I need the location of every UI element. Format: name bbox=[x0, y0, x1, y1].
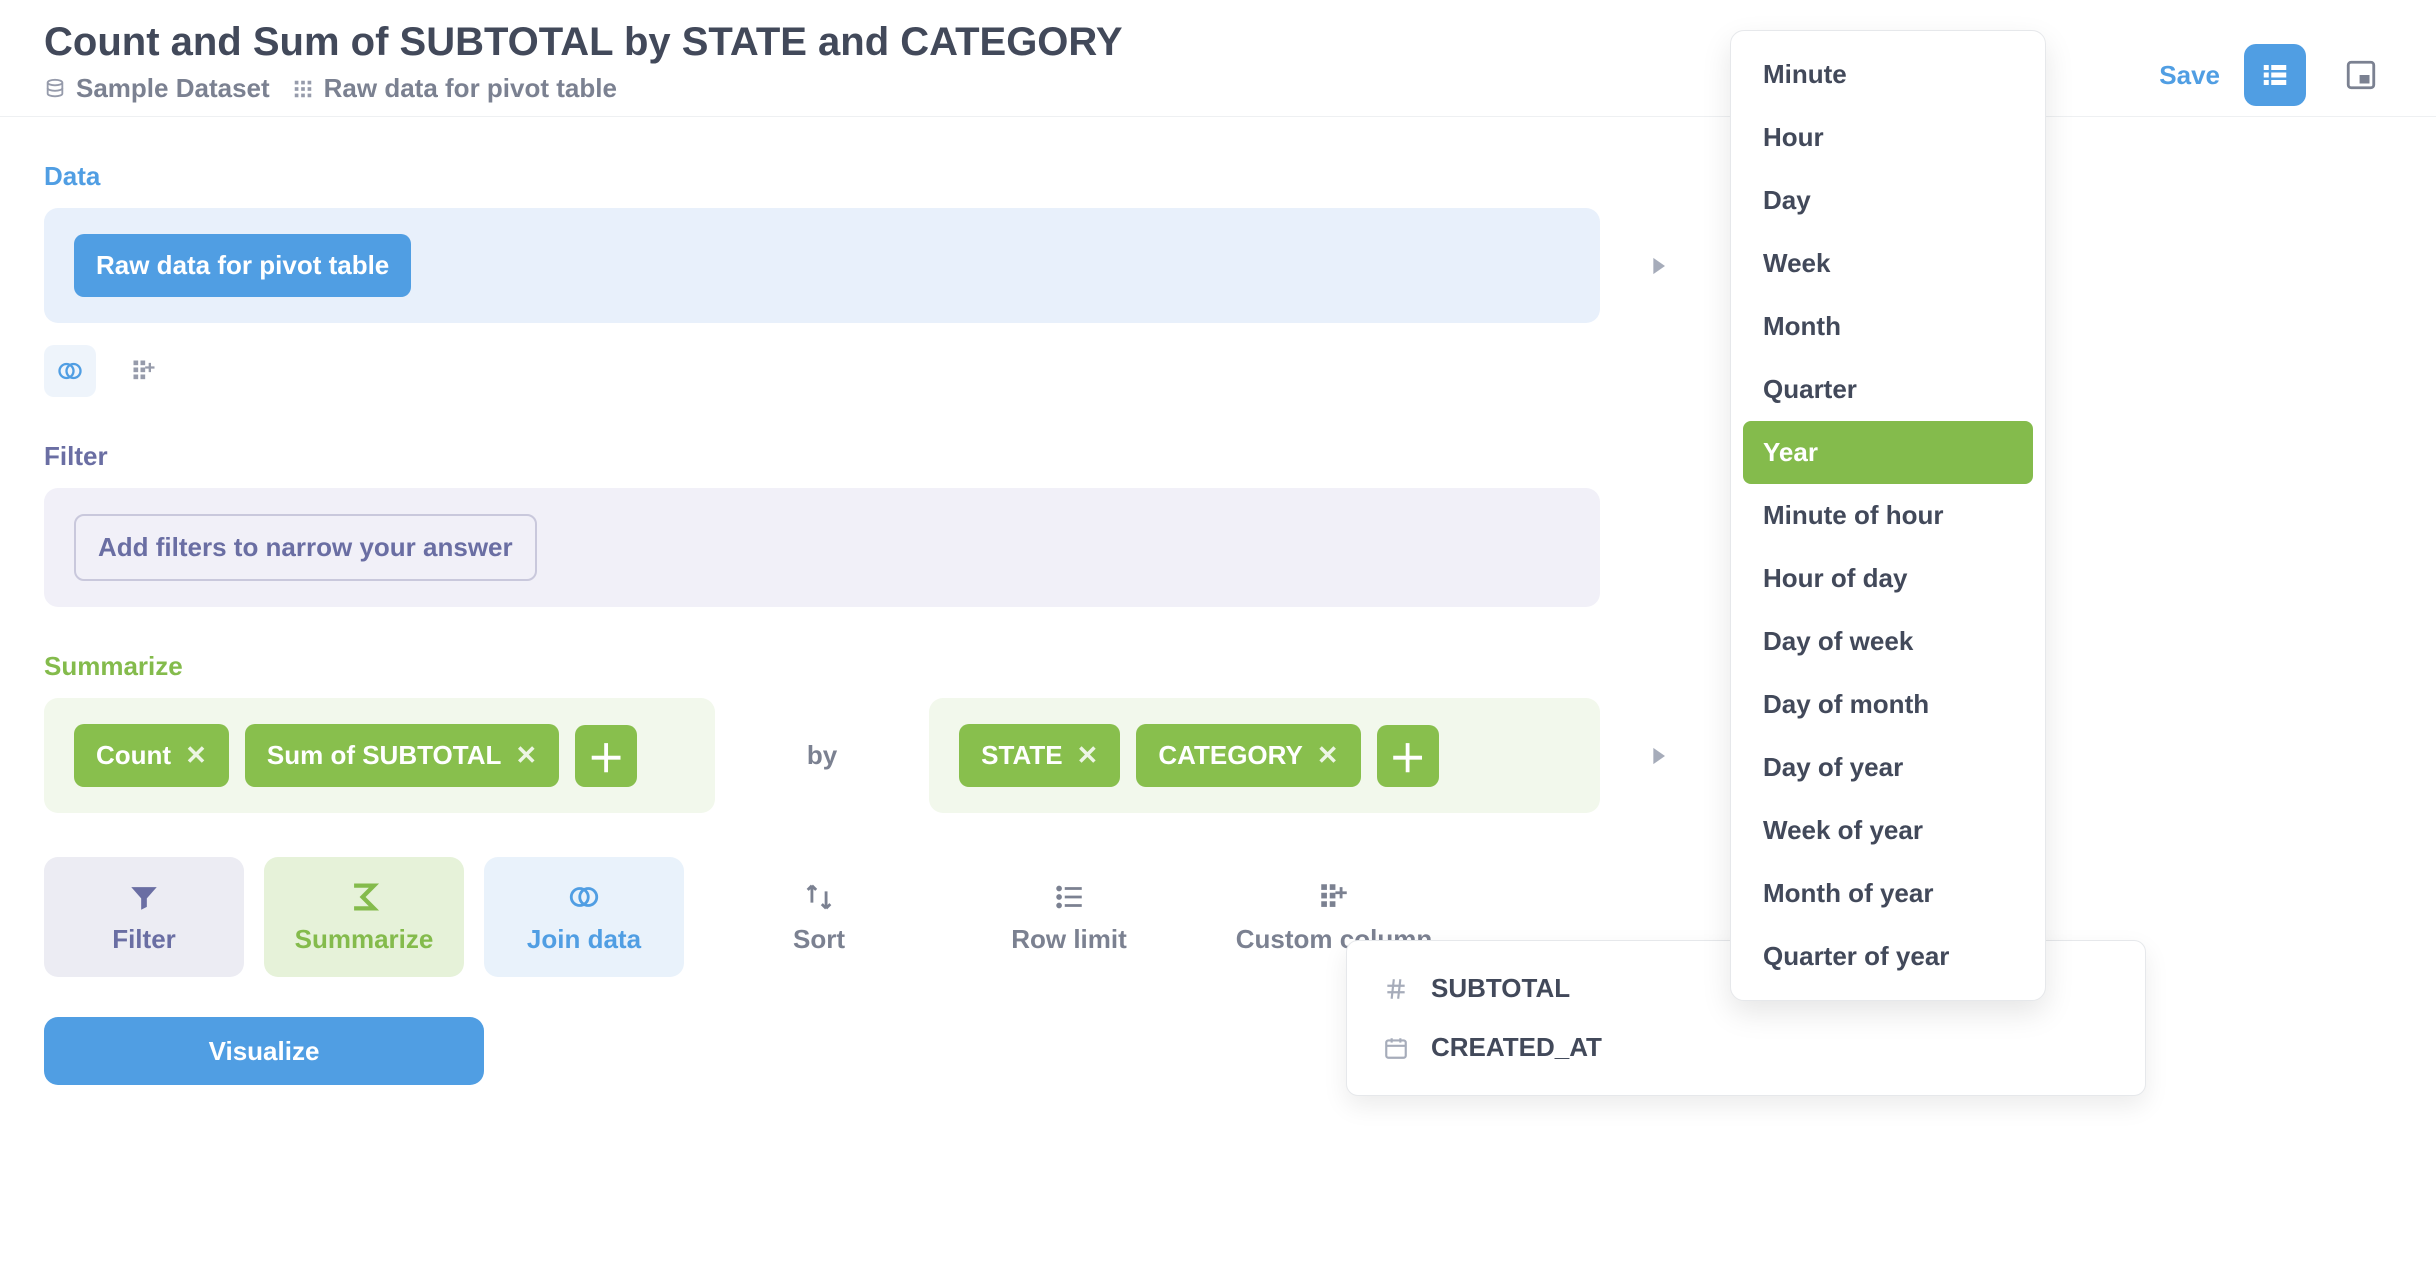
temporal-option-day-of-year[interactable]: Day of year bbox=[1743, 736, 2033, 799]
dataset-name: Sample Dataset bbox=[76, 73, 270, 104]
temporal-option-quarter[interactable]: Quarter bbox=[1743, 358, 2033, 421]
remove-icon[interactable]: ✕ bbox=[185, 740, 207, 771]
filter-step-label: Filter bbox=[112, 924, 176, 955]
data-source-pill[interactable]: Raw data for pivot table bbox=[74, 234, 411, 297]
join-step-button[interactable]: Join data bbox=[484, 857, 684, 977]
remove-icon[interactable]: ✕ bbox=[1077, 740, 1099, 771]
save-button[interactable]: Save bbox=[2159, 60, 2220, 91]
temporal-option-quarter-of-year[interactable]: Quarter of year bbox=[1743, 925, 2033, 988]
editor-view-button[interactable] bbox=[2244, 44, 2306, 106]
column-label: SUBTOTAL bbox=[1431, 973, 1570, 1004]
agg-pill-sum-subtotal[interactable]: Sum of SUBTOTAL ✕ bbox=[245, 724, 559, 787]
calendar-icon bbox=[1381, 1033, 1411, 1063]
grid-icon bbox=[292, 78, 314, 100]
temporal-option-day[interactable]: Day bbox=[1743, 169, 2033, 232]
summarize-panel: Count ✕ Sum of SUBTOTAL ✕ ＋ by STATE ✕ bbox=[44, 698, 1600, 813]
add-aggregation-button[interactable]: ＋ bbox=[575, 725, 637, 787]
breakouts: STATE ✕ CATEGORY ✕ ＋ bbox=[929, 698, 1600, 813]
sort-step-button[interactable]: Sort bbox=[704, 857, 934, 977]
aggregations: Count ✕ Sum of SUBTOTAL ✕ ＋ bbox=[44, 698, 715, 813]
temporal-option-minute-of-hour[interactable]: Minute of hour bbox=[1743, 484, 2033, 547]
temporal-option-month[interactable]: Month bbox=[1743, 295, 2033, 358]
temporal-option-day-of-week[interactable]: Day of week bbox=[1743, 610, 2033, 673]
temporal-option-minute[interactable]: Minute bbox=[1743, 43, 2033, 106]
dataset-link[interactable]: Sample Dataset bbox=[44, 73, 270, 104]
agg-label: Count bbox=[96, 740, 171, 771]
hash-icon bbox=[1381, 974, 1411, 1004]
breakout-label: STATE bbox=[981, 740, 1062, 771]
temporal-option-year[interactable]: Year bbox=[1743, 421, 2033, 484]
temporal-option-hour[interactable]: Hour bbox=[1743, 106, 2033, 169]
add-filter-label: Add filters to narrow your answer bbox=[98, 532, 513, 563]
temporal-option-week-of-year[interactable]: Week of year bbox=[1743, 799, 2033, 862]
agg-label: Sum of SUBTOTAL bbox=[267, 740, 501, 771]
breakout-pill-category[interactable]: CATEGORY ✕ bbox=[1136, 724, 1360, 787]
source-link[interactable]: Raw data for pivot table bbox=[292, 73, 617, 104]
expand-data-arrow[interactable] bbox=[1644, 252, 1672, 280]
filter-step-button[interactable]: Filter bbox=[44, 857, 244, 977]
header-actions: Save bbox=[2159, 44, 2392, 106]
remove-icon[interactable]: ✕ bbox=[515, 740, 537, 771]
data-source-label: Raw data for pivot table bbox=[96, 250, 389, 281]
sort-step-label: Sort bbox=[793, 924, 845, 955]
temporal-option-hour-of-day[interactable]: Hour of day bbox=[1743, 547, 2033, 610]
column-option-created-at[interactable]: CREATED_AT bbox=[1347, 1018, 2145, 1077]
add-breakout-button[interactable]: ＋ bbox=[1377, 725, 1439, 787]
row-limit-step-label: Row limit bbox=[1011, 924, 1127, 955]
temporal-option-month-of-year[interactable]: Month of year bbox=[1743, 862, 2033, 925]
database-icon bbox=[44, 78, 66, 100]
temporal-option-day-of-month[interactable]: Day of month bbox=[1743, 673, 2033, 736]
row-limit-step-button[interactable]: Row limit bbox=[954, 857, 1184, 977]
temporal-bucket-menu: MinuteHourDayWeekMonthQuarterYearMinute … bbox=[1730, 30, 2046, 1001]
breakout-label: CATEGORY bbox=[1158, 740, 1302, 771]
source-name: Raw data for pivot table bbox=[324, 73, 617, 104]
custom-column-icon-button[interactable] bbox=[118, 345, 170, 397]
agg-pill-count[interactable]: Count ✕ bbox=[74, 724, 229, 787]
add-filter-button[interactable]: Add filters to narrow your answer bbox=[74, 514, 537, 581]
temporal-option-week[interactable]: Week bbox=[1743, 232, 2033, 295]
header: Count and Sum of SUBTOTAL by STATE and C… bbox=[0, 0, 2436, 117]
expand-summarize-arrow[interactable] bbox=[1644, 742, 1672, 770]
data-panel: Raw data for pivot table bbox=[44, 208, 1600, 323]
visualize-label: Visualize bbox=[209, 1036, 320, 1067]
filter-panel: Add filters to narrow your answer bbox=[44, 488, 1600, 607]
summarize-step-label: Summarize bbox=[295, 924, 434, 955]
summarize-step-button[interactable]: Summarize bbox=[264, 857, 464, 977]
join-icon-button[interactable] bbox=[44, 345, 96, 397]
sql-view-button[interactable] bbox=[2330, 44, 2392, 106]
visualize-button[interactable]: Visualize bbox=[44, 1017, 484, 1085]
by-label: by bbox=[807, 740, 837, 771]
remove-icon[interactable]: ✕ bbox=[1317, 740, 1339, 771]
join-step-label: Join data bbox=[527, 924, 641, 955]
breakout-pill-state[interactable]: STATE ✕ bbox=[959, 724, 1120, 787]
column-label: CREATED_AT bbox=[1431, 1032, 1602, 1063]
